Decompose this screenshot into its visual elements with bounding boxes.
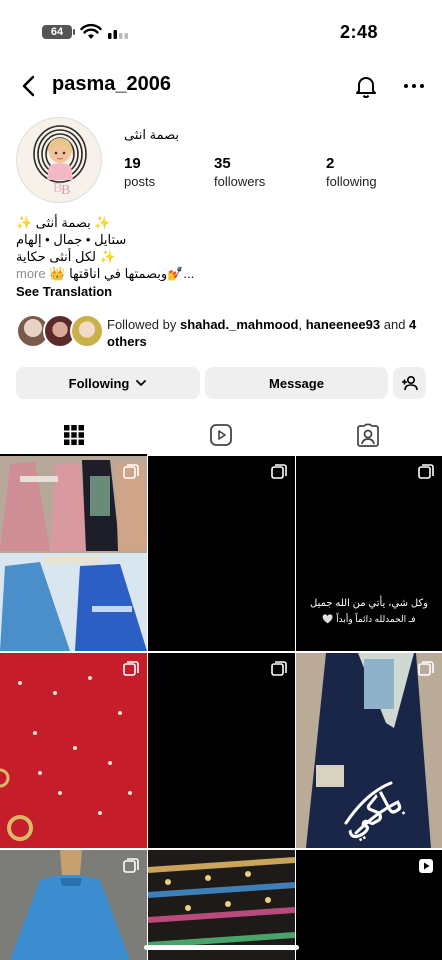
suggested-users-button[interactable] (393, 367, 426, 399)
message-button[interactable]: Message (205, 367, 388, 399)
fingerprint-doll-logo: B B (33, 125, 87, 198)
carousel-icon (271, 661, 287, 676)
mutual-user-2[interactable]: haneenee93 (306, 317, 380, 332)
followers-count: 35 (214, 155, 231, 172)
post-caption-line-2: فـ الحمدلله دائماً وأبداً 🤍 (322, 614, 416, 624)
signal-icon (108, 30, 128, 39)
post-thumbnail[interactable] (296, 850, 442, 960)
followed-by-text[interactable]: Followed by shahad._mahmood, haneenee93 … (107, 316, 427, 350)
profile-avatar[interactable]: B B (16, 117, 102, 203)
back-button[interactable] (16, 72, 44, 100)
chevron-down-icon (136, 380, 147, 386)
post-thumbnail[interactable] (148, 653, 295, 848)
avatar (70, 314, 104, 348)
post-thumbnail[interactable]: وكل شي، يأتي من الله جميل فـ الحمدلله دا… (296, 456, 442, 651)
tab-tagged[interactable] (294, 414, 441, 456)
following-button[interactable]: Following (16, 367, 200, 399)
post-thumbnail[interactable] (0, 850, 147, 960)
reel-play-icon (419, 859, 433, 873)
following-count: 2 (326, 155, 335, 172)
following-button-label: Following (68, 375, 130, 391)
followers-label: followers (214, 174, 266, 189)
followed-by-prefix: Followed by (107, 317, 180, 332)
posts-count: 19 (124, 155, 141, 172)
post-thumbnail[interactable] (0, 456, 147, 651)
bio-line-4-text: 👑 وبصمتها في اناقتها💅... (49, 266, 195, 281)
grid-icon (63, 425, 84, 445)
profile-bio: ✨ بصمة أنثى ✨ ستايل • جمال • إلهام ✨ لكل… (16, 214, 194, 282)
followed-by-and: and (380, 317, 410, 332)
tagged-user-icon (356, 423, 379, 447)
followed-by-sep: , (298, 317, 306, 332)
post-thumbnail[interactable]: باكي (296, 653, 442, 848)
post-image-embroidery (148, 850, 295, 960)
tab-reels[interactable] (147, 414, 294, 456)
post-caption-line-1: وكل شي، يأتي من الله جميل (310, 598, 428, 609)
notifications-button[interactable] (352, 72, 380, 100)
post-thumbnail[interactable] (148, 456, 295, 651)
battery-cap (73, 29, 75, 35)
followers-stat[interactable]: 35 followers (214, 155, 265, 189)
clock: 2:48 (339, 22, 378, 42)
profile-header: pasma_2006 (0, 66, 442, 106)
status-bar: 64 2:48 (0, 0, 442, 66)
more-options-button[interactable] (400, 72, 428, 100)
post-thumbnail[interactable] (148, 850, 295, 960)
battery-indicator: 64 (42, 25, 72, 39)
bio-line-1: ✨ بصمة أنثى ✨ (16, 215, 111, 230)
following-stat[interactable]: 2 following (326, 155, 377, 189)
add-user-icon (401, 375, 418, 391)
bio-more-link[interactable]: more (16, 266, 46, 281)
carousel-icon (123, 661, 139, 676)
post-image-dresses-collage (0, 456, 147, 651)
tab-posts-grid[interactable] (0, 414, 147, 456)
message-button-label: Message (269, 375, 324, 391)
wifi-icon (80, 23, 102, 39)
bio-line-2: ستايل • جمال • إلهام (16, 232, 127, 247)
reels-icon (209, 424, 232, 446)
carousel-icon (418, 661, 434, 676)
carousel-icon (123, 858, 139, 873)
posts-stat[interactable]: 19 posts (124, 155, 155, 189)
posts-grid: وكل شي، يأتي من الله جميل فـ الحمدلله دا… (0, 456, 442, 960)
profile-tabs (0, 414, 442, 456)
chevron-left-icon (22, 75, 35, 97)
more-horizontal-icon (404, 84, 424, 88)
mutual-user-1[interactable]: shahad._mahmood (180, 317, 298, 332)
bio-line-4: more 👑 وبصمتها في اناقتها💅... (16, 265, 194, 282)
svg-text:B: B (61, 183, 70, 198)
profile-username: pasma_2006 (52, 73, 171, 95)
carousel-icon (418, 464, 434, 479)
bio-line-3: ✨ لكل أنثى حكاية (16, 249, 116, 264)
following-label: following (326, 174, 377, 189)
display-name: بصمة انثى (124, 127, 179, 142)
post-image-red-fabric (0, 653, 147, 848)
mutual-followers-avatars[interactable] (16, 314, 104, 348)
see-translation-link[interactable]: See Translation (16, 284, 112, 299)
post-thumbnail[interactable] (0, 653, 147, 848)
carousel-icon (271, 464, 287, 479)
bell-icon (356, 77, 376, 98)
posts-label: posts (124, 174, 156, 189)
home-indicator (144, 945, 299, 950)
carousel-icon (123, 464, 139, 479)
